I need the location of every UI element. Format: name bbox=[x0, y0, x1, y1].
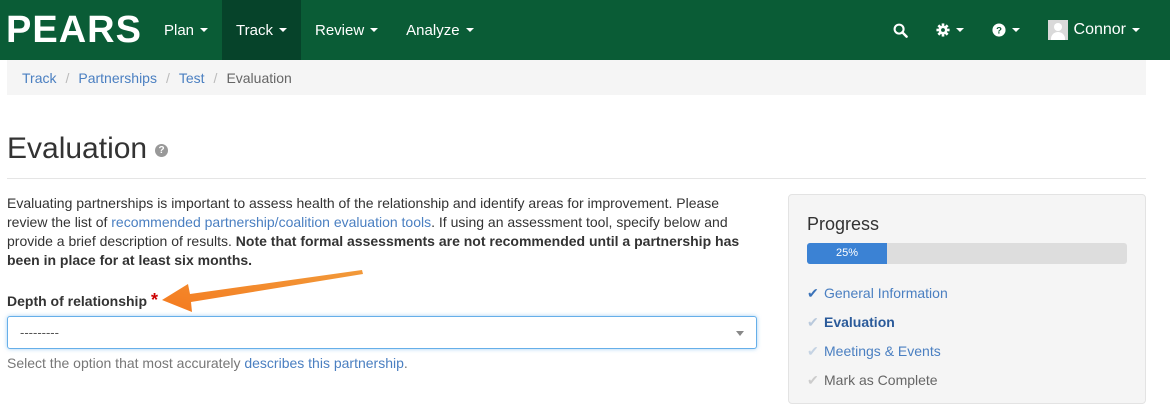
step-label: Evaluation bbox=[824, 314, 895, 330]
svg-text:?: ? bbox=[996, 26, 1002, 37]
step-label: Meetings & Events bbox=[824, 343, 941, 359]
avatar bbox=[1047, 20, 1068, 40]
nav-track[interactable]: Track bbox=[222, 0, 301, 60]
top-navbar: PEARS Plan Track Review Analyze ? Connor bbox=[0, 0, 1170, 60]
progress-panel: Progress 25% ✔ General Information ✔ Eva… bbox=[788, 194, 1146, 404]
check-icon: ✔ bbox=[807, 372, 819, 388]
nav-analyze-label: Analyze bbox=[406, 21, 460, 39]
search-button[interactable] bbox=[879, 0, 922, 60]
depth-of-relationship-select[interactable]: --------- bbox=[7, 316, 757, 349]
progress-bar: 25% bbox=[807, 243, 1127, 264]
step-label: Mark as Complete bbox=[824, 372, 938, 388]
breadcrumb-separator: / bbox=[65, 69, 70, 86]
describes-partnership-link[interactable]: describes this partnership bbox=[244, 355, 404, 371]
caret-down-icon bbox=[465, 28, 474, 32]
breadcrumb-separator: / bbox=[165, 69, 170, 86]
search-icon bbox=[893, 23, 908, 38]
breadcrumb-track[interactable]: Track bbox=[22, 70, 56, 86]
field-label-text: Depth of relationship bbox=[7, 293, 147, 309]
step-evaluation[interactable]: ✔ Evaluation bbox=[807, 312, 1127, 341]
breadcrumb-partnerships[interactable]: Partnerships bbox=[78, 70, 157, 86]
nav-plan-label: Plan bbox=[164, 21, 195, 39]
caret-down-icon bbox=[370, 28, 379, 32]
breadcrumb: Track / Partnerships / Test / Evaluation bbox=[7, 60, 1146, 95]
step-label: General Information bbox=[824, 285, 948, 301]
intro-text: Evaluating partnerships is important to … bbox=[7, 194, 757, 270]
nav-plan[interactable]: Plan bbox=[150, 0, 222, 60]
nav-analyze[interactable]: Analyze bbox=[392, 0, 487, 60]
breadcrumb-test[interactable]: Test bbox=[179, 70, 205, 86]
caret-down-icon bbox=[278, 28, 287, 32]
help-text-part: Select the option that most accurately bbox=[7, 355, 245, 371]
evaluation-tools-link[interactable]: recommended partnership/coalition evalua… bbox=[111, 214, 431, 230]
nav-right-group: ? Connor bbox=[879, 0, 1170, 60]
user-name: Connor bbox=[1073, 21, 1126, 38]
pears-logo[interactable]: PEARS bbox=[0, 0, 150, 60]
help-menu[interactable]: ? bbox=[978, 0, 1034, 60]
user-menu[interactable]: Connor bbox=[1034, 0, 1154, 60]
nav-review[interactable]: Review bbox=[301, 0, 392, 60]
question-circle-icon: ? bbox=[991, 23, 1006, 37]
caret-down-icon bbox=[736, 331, 744, 336]
depth-of-relationship-label: Depth of relationship * bbox=[7, 290, 158, 311]
check-icon: ✔ bbox=[807, 285, 819, 301]
divider bbox=[7, 178, 1146, 179]
progress-steps: ✔ General Information ✔ Evaluation ✔ Mee… bbox=[807, 283, 1127, 399]
field-help-text: Select the option that most accurately d… bbox=[7, 355, 408, 371]
progress-bar-fill: 25% bbox=[807, 243, 887, 264]
breadcrumb-separator: / bbox=[213, 69, 218, 86]
step-meetings-events[interactable]: ✔ Meetings & Events bbox=[807, 341, 1127, 370]
settings-menu[interactable] bbox=[922, 0, 978, 60]
page-title: Evaluation bbox=[7, 132, 148, 165]
question-circle-icon[interactable]: ? bbox=[155, 143, 169, 157]
caret-down-icon bbox=[955, 28, 964, 32]
caret-down-icon bbox=[1011, 28, 1020, 32]
progress-title: Progress bbox=[807, 214, 880, 234]
breadcrumb-current: Evaluation bbox=[226, 69, 292, 86]
page-title-heading: Evaluation? bbox=[7, 132, 169, 166]
nav-review-label: Review bbox=[314, 21, 365, 39]
select-value: --------- bbox=[20, 325, 59, 340]
caret-down-icon bbox=[1132, 28, 1140, 32]
nav-track-label: Track bbox=[236, 21, 273, 39]
gear-icon bbox=[935, 23, 950, 37]
step-general-information[interactable]: ✔ General Information bbox=[807, 283, 1127, 312]
check-icon: ✔ bbox=[807, 343, 819, 359]
check-icon: ✔ bbox=[807, 314, 819, 330]
caret-down-icon bbox=[200, 28, 209, 32]
annotation-arrow-icon bbox=[162, 270, 363, 312]
help-text-part: . bbox=[403, 355, 408, 371]
